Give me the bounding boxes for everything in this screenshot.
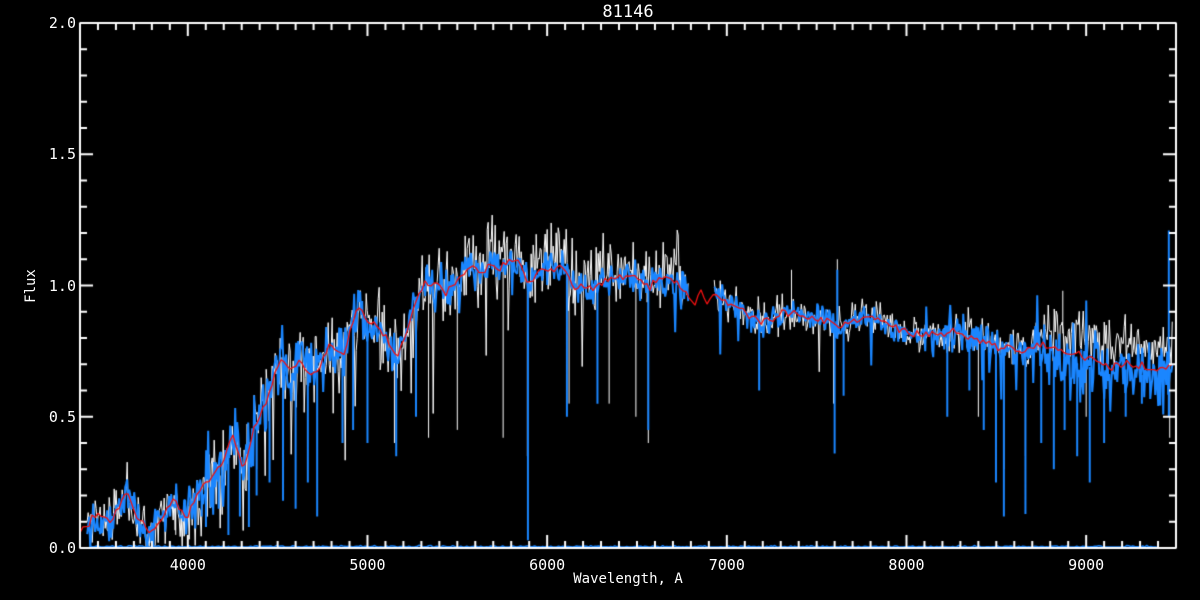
- x-tick-label-8000: 8000: [888, 556, 925, 574]
- y-tick-label-1.5: 1.5: [48, 145, 76, 164]
- y-tick-label-1.0: 1.0: [48, 276, 76, 295]
- x-axis-label: Wavelength, A: [573, 571, 683, 587]
- x-tick-label-9000: 9000: [1068, 556, 1105, 574]
- chart-title: 81146: [602, 2, 654, 22]
- x-tick-label-6000: 6000: [529, 556, 566, 574]
- y-tick-label-0.5: 0.5: [48, 407, 76, 426]
- x-tick-label-4000: 4000: [169, 556, 206, 574]
- x-tick-label-7000: 7000: [708, 556, 745, 574]
- spectrum-plot-canvas: [0, 0, 1200, 600]
- y-tick-label-2.0: 2.0: [48, 14, 76, 32]
- y-tick-label-0.0: 0.0: [48, 539, 76, 557]
- x-tick-label-5000: 5000: [349, 556, 386, 574]
- spectrum-chart: 81146 Wavelength, A Flux 4000 5000 6000 700…: [0, 0, 1200, 600]
